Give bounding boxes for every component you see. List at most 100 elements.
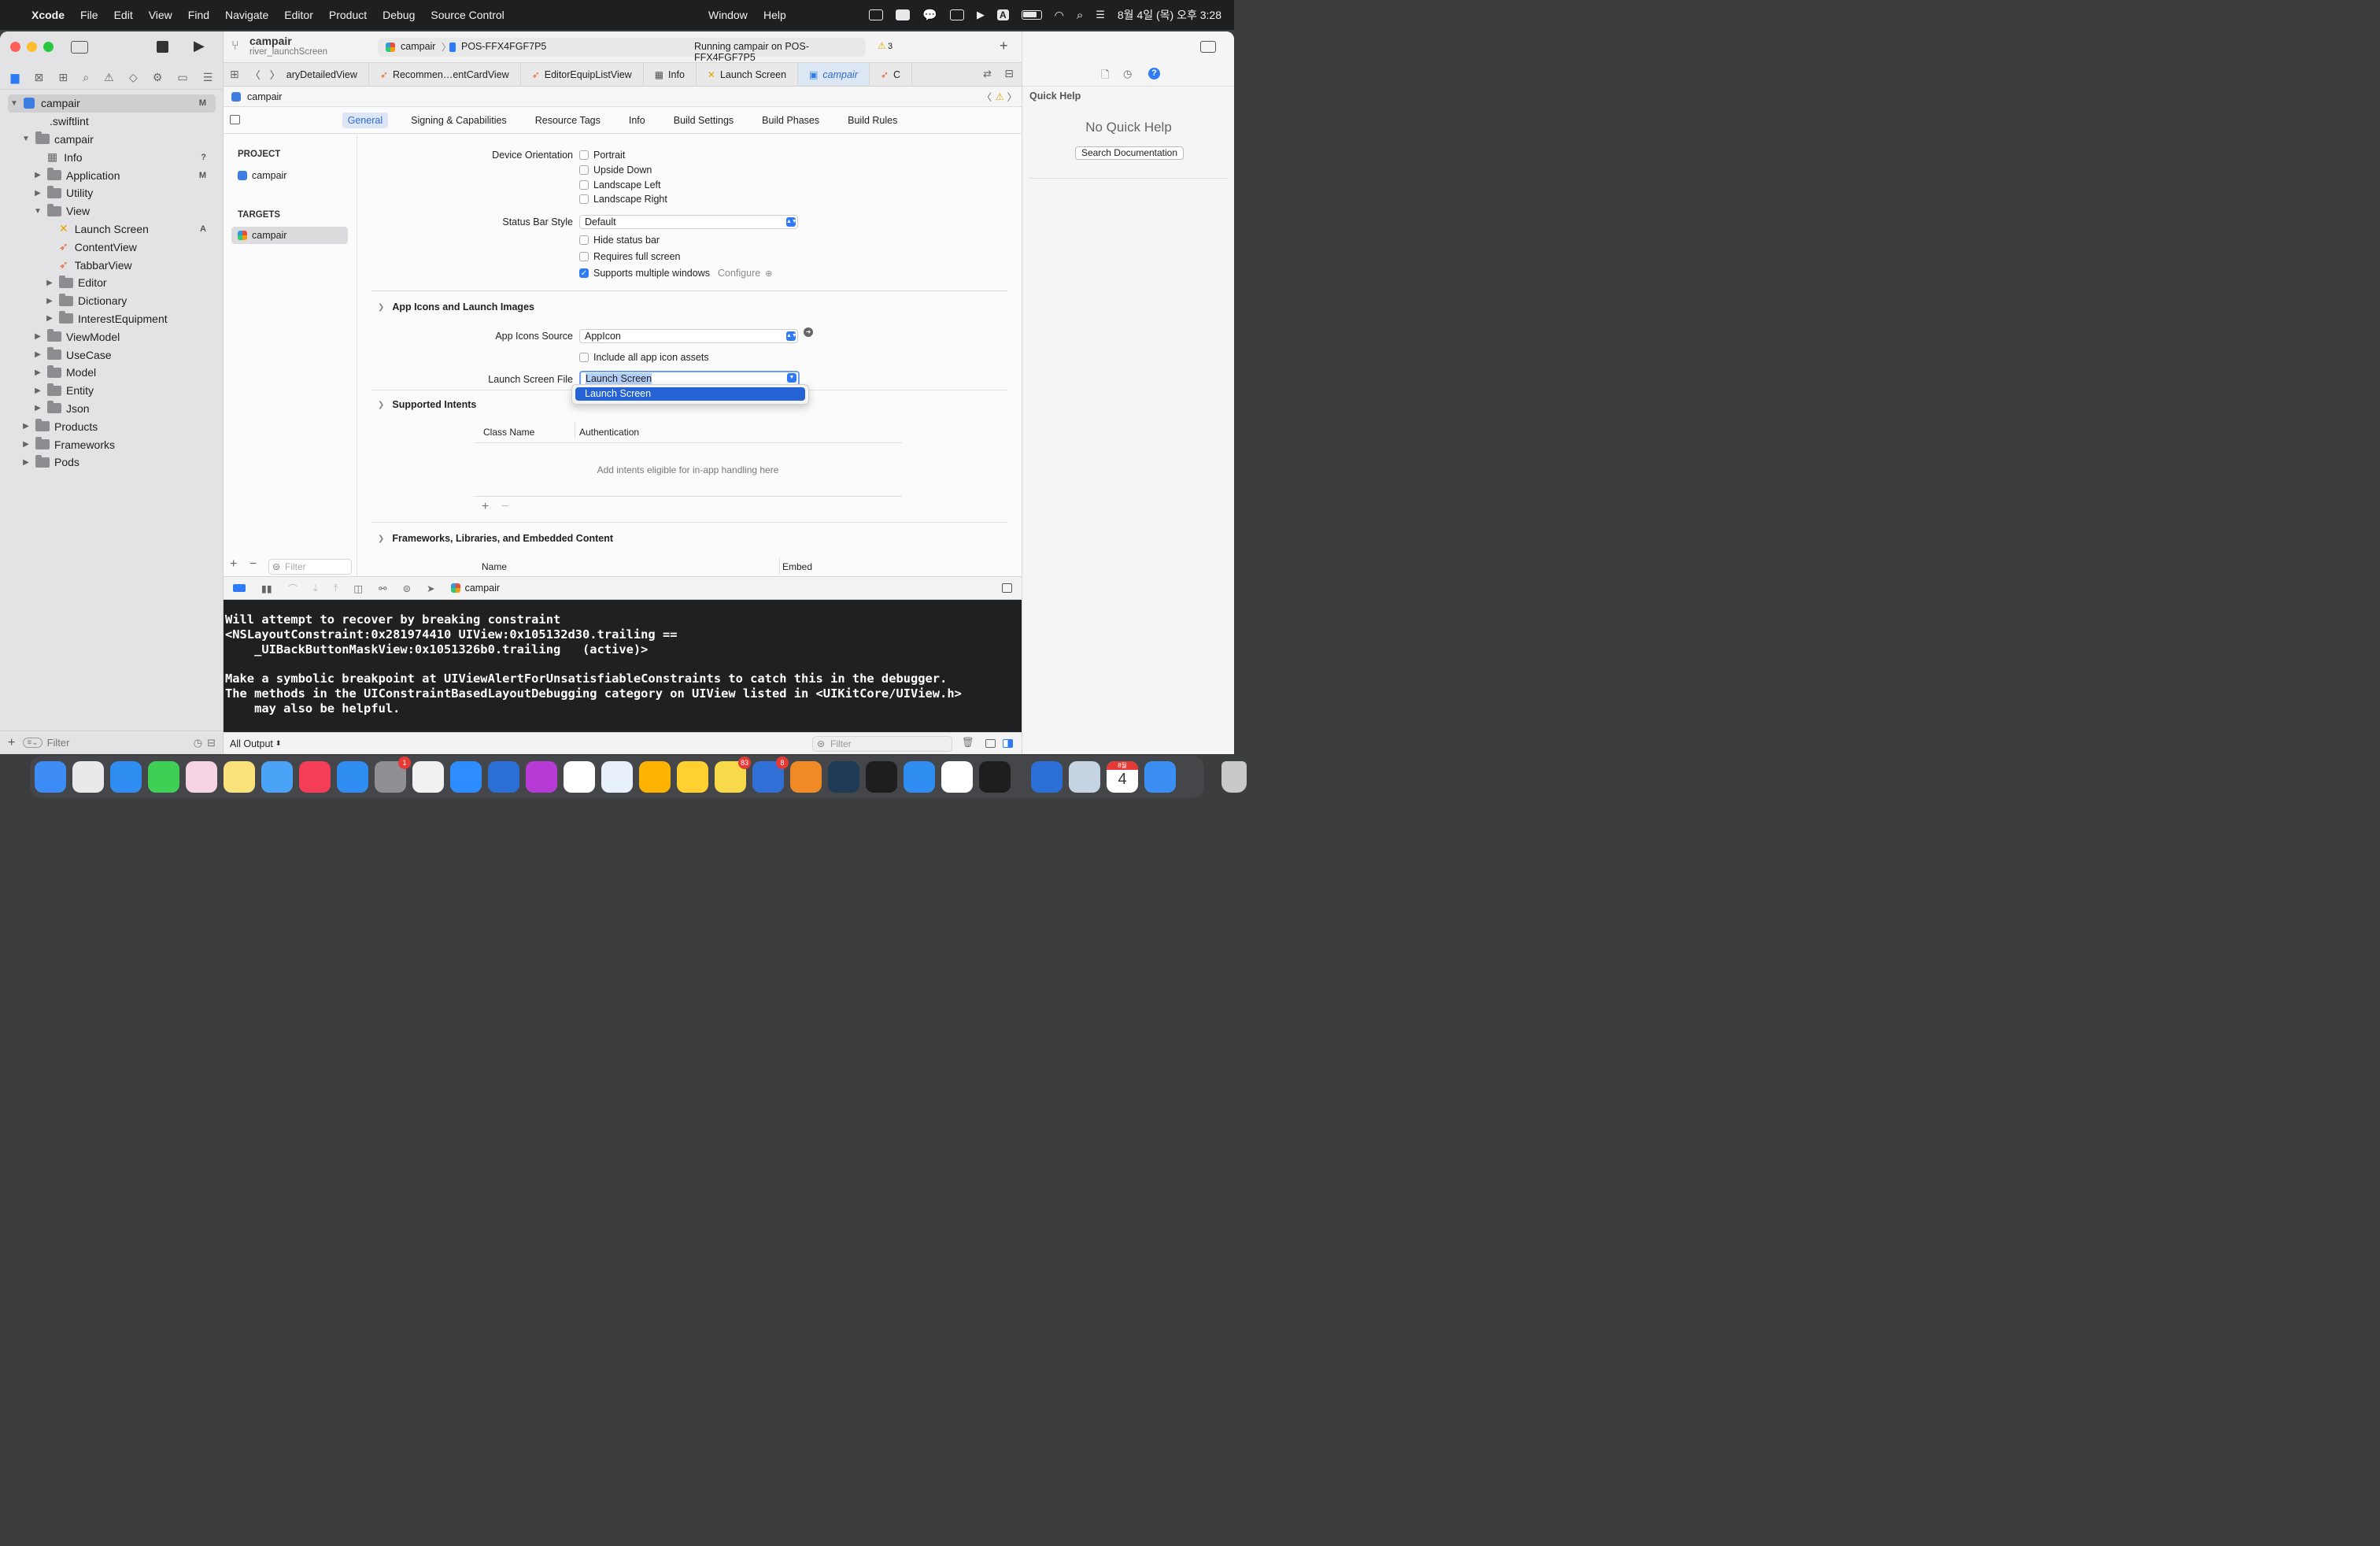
zoom-status-icon[interactable] [896,9,911,20]
dock-app-store-2-icon[interactable] [904,761,935,793]
intents-column-class-name[interactable]: Class Name [483,427,534,438]
add-intent-button[interactable]: + [482,500,489,514]
editor-tab[interactable]: aryDetailedView [285,63,369,86]
supports-multiple-windows-checkbox[interactable]: ✓ Supports multiple windows Configure ⊕ [579,268,772,279]
remove-target-button[interactable]: − [249,557,257,571]
breakpoint-navigator-icon[interactable]: ▭ [177,71,187,84]
supported-intents-section-header[interactable]: ❯ Supported Intents [378,399,476,410]
wifi-icon[interactable]: ◠ [1055,9,1064,22]
dock-trash-icon[interactable] [1221,761,1247,793]
find-navigator-icon[interactable]: ⌕ [83,71,89,84]
landscape-left-checkbox[interactable]: Landscape Left [579,179,661,190]
stop-button[interactable] [157,41,168,53]
navigator-filter-input[interactable]: Filter [47,737,194,749]
chat-status-icon[interactable]: 💬 [922,8,937,22]
forward-icon[interactable]: 〉 [265,67,285,82]
menubar-clock[interactable]: 8월 4일 (목) 오후 3:28 [1118,7,1221,23]
editor-tab[interactable]: ➶ Recommen…entCardView [369,63,521,86]
tab-info[interactable]: Info [623,113,651,128]
memory-graph-icon[interactable]: ⚯ [379,583,386,594]
quick-help-icon[interactable]: ? [1148,68,1160,80]
breakpoints-toggle-icon[interactable] [233,584,246,592]
dock-sketch-icon[interactable] [639,761,671,793]
dock-xcode-icon[interactable] [488,761,519,793]
variables-view-toggle-icon[interactable] [985,739,996,748]
navigator-item[interactable]: ▶ Model [0,364,224,382]
warning-count[interactable]: 3 [888,42,893,51]
disclosure-open-icon[interactable]: ▼ [33,207,42,216]
tab-build-rules[interactable]: Build Rules [842,113,903,128]
status-bar-style-select[interactable]: Default ▲▼ [579,215,798,229]
battery-icon[interactable] [1021,10,1042,20]
dock-finder-icon[interactable] [35,761,66,793]
debug-target[interactable]: campair [450,583,500,594]
disclosure-closed-icon[interactable]: ▶ [21,440,31,449]
tab-general[interactable]: General [342,112,389,128]
launch-screen-file-value[interactable]: Launch Screen [586,373,652,384]
debug-navigator-icon[interactable]: ⚙ [153,71,163,84]
menu-file[interactable]: File [80,9,98,21]
previous-issue-icon[interactable]: 〈 [981,89,992,104]
app-icons-source-select[interactable]: AppIcon ▲▼ [579,329,798,343]
hide-status-bar-checkbox[interactable]: Hide status bar [579,235,660,246]
dock-notion-icon[interactable] [564,761,595,793]
split-editor-icon[interactable]: ⊟ [1004,67,1014,80]
navigator-item[interactable]: ✕ Launch Screen A [0,220,224,239]
tab-resource-tags[interactable]: Resource Tags [530,113,606,128]
dock-miro-icon[interactable] [677,761,708,793]
play-status-icon[interactable]: ▶ [977,9,985,21]
navigator-item[interactable]: ➶ ContentView [0,238,224,256]
tab-build-settings[interactable]: Build Settings [668,113,739,128]
go-arrow-icon[interactable]: ➜ [804,327,813,337]
windows-icon[interactable] [949,9,964,20]
dock-books-icon[interactable] [790,761,822,793]
history-inspector-icon[interactable]: ◷ [1123,68,1132,80]
editor-tab[interactable]: ➶ C [870,63,912,86]
dock-messages-icon[interactable] [148,761,179,793]
warning-icon[interactable]: ⚠ [878,40,886,51]
menu-product[interactable]: Product [329,9,367,21]
target-filter-input[interactable]: ⊜ Filter [268,559,352,575]
step-into-icon[interactable]: ⤓ [313,583,318,594]
issue-warning-icon[interactable]: ⚠ [996,91,1004,102]
console-output[interactable]: Will attempt to recover by breaking cons… [224,600,1022,732]
menu-app-name[interactable]: Xcode [31,9,65,21]
frameworks-column-embed[interactable]: Embed [782,561,812,572]
device-selector[interactable]: POS-FFX4FGF7P5 [461,41,546,52]
dock-safari-icon[interactable] [110,761,142,793]
dock-figma-icon[interactable] [979,761,1011,793]
run-button[interactable]: ▶ [194,38,205,54]
inspector-toggle-icon[interactable] [1200,41,1216,53]
navigator-item[interactable]: ▼ View [0,202,224,220]
input-source-icon[interactable]: A [996,9,1009,20]
disclosure-closed-icon[interactable]: ▶ [33,189,42,198]
pause-icon[interactable]: ▮▮ [261,583,272,594]
target-item[interactable]: campair [231,227,348,244]
navigator-item[interactable]: ▶ Application M [0,166,224,184]
tab-build-phases[interactable]: Build Phases [756,113,825,128]
menu-editor[interactable]: Editor [284,9,313,21]
zoom-window-button[interactable] [43,42,54,52]
dock-launchpad-icon[interactable] [72,761,104,793]
dock-zoom-icon[interactable] [450,761,482,793]
requires-full-screen-checkbox[interactable]: Requires full screen [579,251,680,262]
navigator-item[interactable]: ▼ campair M [8,94,216,113]
disclosure-open-icon[interactable]: ▼ [9,99,19,108]
navigator-item[interactable]: ▶ Dictionary [0,292,224,310]
add-library-button[interactable]: + [1000,38,1008,54]
minimize-window-button[interactable] [27,42,37,52]
navigator-item[interactable]: ▶ Pods [0,453,224,472]
disclosure-closed-icon[interactable]: ▶ [33,171,42,179]
control-center-icon[interactable]: ☰ [1096,9,1105,21]
menu-find[interactable]: Find [188,9,209,21]
source-control-navigator-icon[interactable]: ⊠ [34,71,43,84]
dock-sourcetree-icon[interactable] [601,761,633,793]
output-selector[interactable]: All Output [230,738,273,749]
menu-debug[interactable]: Debug [382,9,415,21]
navigator-item[interactable]: ➶ TabbarView [0,256,224,274]
disclosure-closed-icon[interactable]: ▶ [45,297,54,305]
swap-icon[interactable]: ⇄ [983,68,992,80]
add-target-button[interactable]: + [230,557,237,571]
portrait-checkbox[interactable]: Portrait [579,150,625,161]
grid-icon[interactable]: ⊞ [224,68,246,81]
